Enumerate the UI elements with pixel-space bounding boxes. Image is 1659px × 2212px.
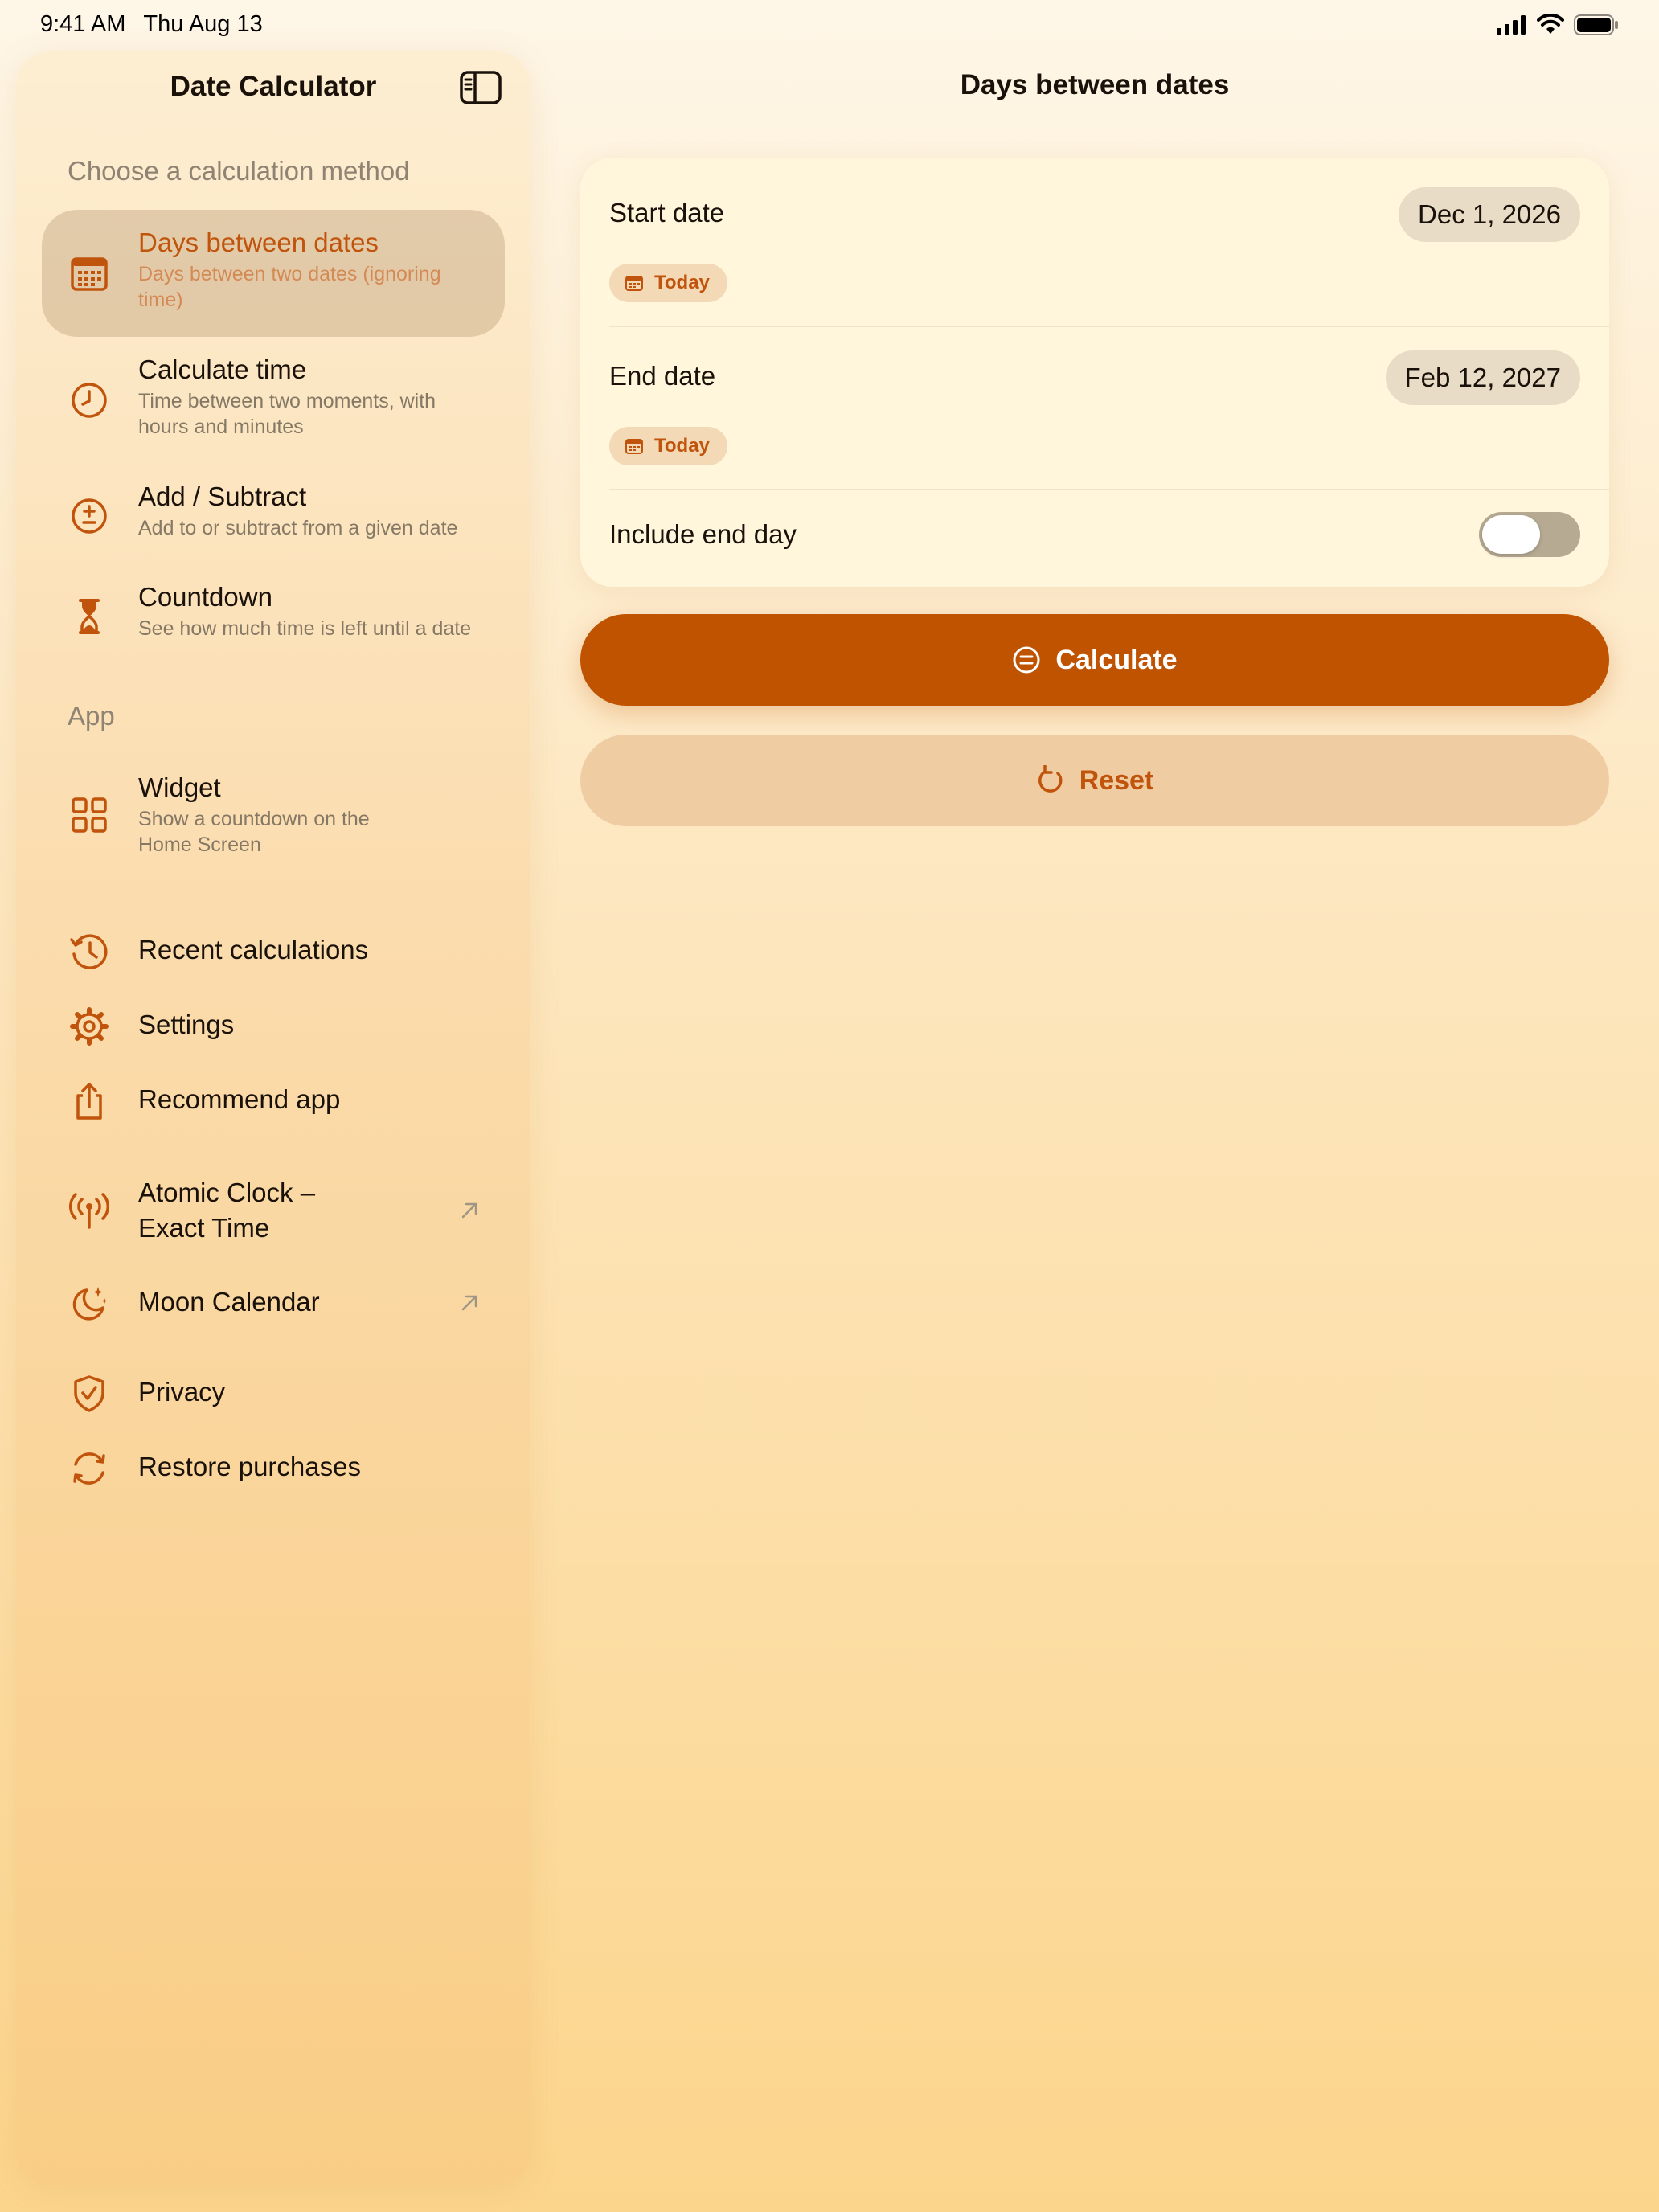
sidebar-item-title: Countdown xyxy=(138,582,272,612)
date-input-card: Start date Dec 1, 2026 Today End date Fe… xyxy=(580,158,1609,587)
status-time: 9:41 AM Thu Aug 13 xyxy=(40,11,263,38)
end-today-button[interactable]: Today xyxy=(609,427,727,465)
include-end-day-label: Include end day xyxy=(609,519,797,549)
wifi-icon xyxy=(1537,14,1564,34)
status-date: Thu Aug 13 xyxy=(143,11,263,37)
calendar-icon xyxy=(625,439,643,454)
antenna-icon xyxy=(69,1193,109,1229)
sidebar-item-title: Calculate time xyxy=(138,354,307,384)
moon-stars-icon xyxy=(72,1287,108,1321)
sidebar-item-calculate-time[interactable]: Calculate time Time between two moments,… xyxy=(42,337,505,464)
sidebar-item-subtitle: Add to or subtract from a given date xyxy=(138,517,458,539)
sidebar-item-widget[interactable]: Widget Show a countdown on the Home Scre… xyxy=(42,752,505,879)
sidebar-item-countdown[interactable]: Countdown See how much time is left unti… xyxy=(42,564,505,669)
widget-grid-icon xyxy=(72,797,107,833)
restore-icon xyxy=(73,1452,105,1485)
sidebar-item-title: Add / Subtract xyxy=(138,481,307,511)
external-link-arrow-icon xyxy=(461,1295,477,1311)
sidebar-item-title: Widget xyxy=(138,772,221,802)
divider xyxy=(609,326,1609,327)
sidebar-item-privacy[interactable]: Privacy xyxy=(42,1358,505,1430)
sidebar-item-days-between-dates[interactable]: Days between dates Days between two date… xyxy=(42,210,505,337)
today-label: Today xyxy=(654,435,710,457)
battery-icon xyxy=(1574,14,1618,35)
today-label: Today xyxy=(654,272,710,293)
external-link-arrow-icon xyxy=(461,1202,477,1219)
calendar-icon xyxy=(71,257,108,291)
toggle-knob xyxy=(1482,515,1540,554)
sidebar-item-subtitle: See how much time is left until a date xyxy=(138,617,472,640)
history-icon xyxy=(70,934,108,969)
sidebar-item-title: Settings xyxy=(138,1010,235,1039)
sidebar-item-title: Privacy xyxy=(138,1377,226,1407)
sidebar-item-subtitle: Show a countdown on the Home Screen xyxy=(138,808,370,856)
calculate-label: Calculate xyxy=(1055,644,1178,675)
app-section-header: App xyxy=(68,701,115,731)
sidebar-item-subtitle: Days between two dates (ignoring time) xyxy=(138,263,441,311)
start-date-label: Start date xyxy=(609,198,725,227)
end-date-label: End date xyxy=(609,361,716,391)
sidebar-title: Date Calculator xyxy=(170,71,377,102)
divider xyxy=(609,489,1609,490)
sidebar-item-title: Recent calculations xyxy=(138,935,369,965)
sidebar-item-recommend-app[interactable]: Recommend app xyxy=(42,1065,505,1137)
sidebar-item-moon-calendar[interactable]: Moon Calendar xyxy=(42,1268,505,1340)
sidebar-item-title: Recommend app xyxy=(138,1084,341,1114)
status-clock: 9:41 AM xyxy=(40,11,126,37)
status-bar: 9:41 AM Thu Aug 13 xyxy=(0,0,1659,51)
plus-minus-icon xyxy=(72,498,107,534)
reset-button[interactable]: Reset xyxy=(580,735,1609,826)
cellular-signal-icon xyxy=(1497,15,1526,35)
share-icon xyxy=(76,1083,102,1120)
sidebar-item-settings[interactable]: Settings xyxy=(42,990,505,1063)
sidebar-item-title: Restore purchases xyxy=(138,1452,361,1481)
shield-check-icon xyxy=(74,1375,104,1412)
sidebar-item-subtitle: Time between two moments, with hours and… xyxy=(138,390,436,438)
status-icons xyxy=(1497,14,1619,35)
gear-icon xyxy=(70,1007,109,1046)
sidebar-toggle-icon[interactable] xyxy=(460,71,502,104)
sidebar-item-add-subtract[interactable]: Add / Subtract Add to or subtract from a… xyxy=(42,464,505,564)
calculate-button[interactable]: Calculate xyxy=(580,614,1609,706)
equals-circle-icon xyxy=(1013,646,1040,674)
methods-section-header: Choose a calculation method xyxy=(68,156,410,186)
reset-label: Reset xyxy=(1079,764,1154,796)
start-date-picker[interactable]: Dec 1, 2026 xyxy=(1399,187,1580,242)
sidebar-item-recent-calculations[interactable]: Recent calculations xyxy=(42,916,505,988)
calendar-icon xyxy=(625,276,643,291)
sidebar: Date Calculator Choose a calculation met… xyxy=(16,51,530,2186)
sidebar-item-title: Atomic Clock – Exact Time xyxy=(138,1178,316,1243)
hourglass-icon xyxy=(79,599,100,634)
include-end-day-toggle[interactable] xyxy=(1479,512,1580,557)
reset-arrow-icon xyxy=(1038,765,1063,793)
sidebar-item-atomic-clock[interactable]: Atomic Clock – Exact Time xyxy=(42,1154,505,1267)
clock-icon xyxy=(72,383,107,418)
sidebar-item-restore-purchases[interactable]: Restore purchases xyxy=(42,1432,505,1505)
page-title: Days between dates xyxy=(960,69,1230,100)
sidebar-item-title: Moon Calendar xyxy=(138,1287,320,1317)
start-today-button[interactable]: Today xyxy=(609,264,727,302)
end-date-picker[interactable]: Feb 12, 2027 xyxy=(1385,350,1580,405)
sidebar-item-title: Days between dates xyxy=(138,227,379,257)
